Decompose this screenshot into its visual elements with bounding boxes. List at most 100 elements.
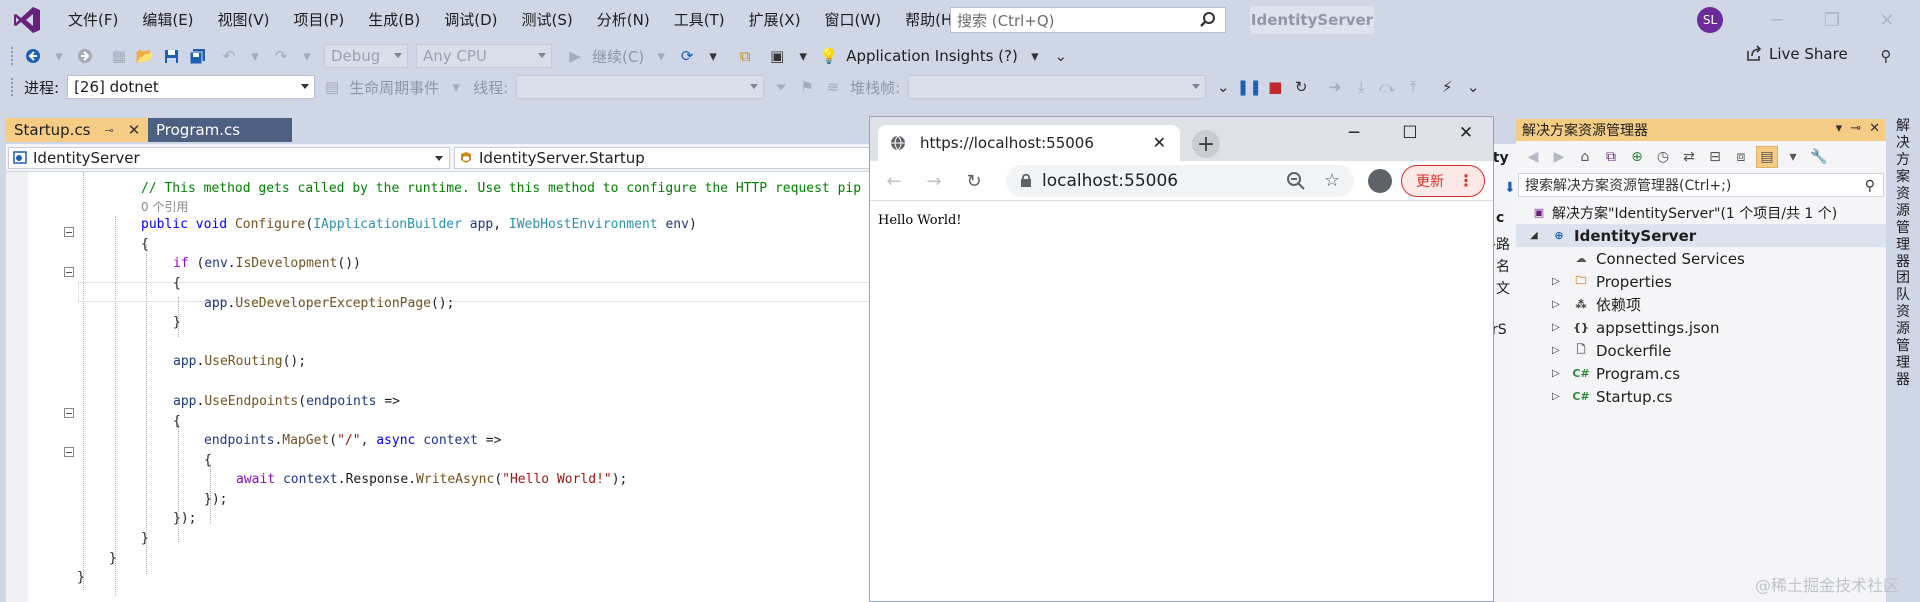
step-out-icon[interactable]: ⤒ [1402,76,1424,98]
tab-startup-cs[interactable]: Startup.cs ⊸ ✕ [6,118,148,142]
undo-dropdown-icon[interactable]: ▾ [244,45,266,67]
collapsed-arrow-icon[interactable]: ▷ [1552,322,1562,333]
browser-link-dropdown-icon[interactable]: ▾ [792,45,814,67]
tree-item-startup-cs[interactable]: ▷ C# Startup.cs [1516,385,1886,408]
play-icon[interactable]: ▶ [564,45,586,67]
menu-view[interactable]: 视图(V) [206,0,282,40]
menu-project[interactable]: 项目(P) [282,0,357,40]
redo-dropdown-icon[interactable]: ▾ [296,45,318,67]
collapsed-arrow-icon[interactable]: ▷ [1552,299,1562,310]
tree-item-program-cs[interactable]: ▷ C# Program.cs [1516,362,1886,385]
tree-item-properties[interactable]: ▷ 🗀 Properties [1516,270,1886,293]
profile-avatar-icon[interactable] [1368,169,1392,193]
code-editor[interactable]: // This method gets called by the runtim… [6,172,870,602]
properties-icon[interactable]: 🔧 [1808,146,1830,168]
collapsed-arrow-icon[interactable]: ▷ [1552,345,1562,356]
menu-debug[interactable]: 调试(D) [432,0,509,40]
application-insights-button[interactable]: Application Insights (?) [846,47,1018,65]
thread-select[interactable] [516,75,765,99]
collapse-all-icon[interactable]: ⊟ [1704,146,1726,168]
expanded-arrow-icon[interactable]: ◢ [1530,230,1540,241]
copy-icon[interactable]: ⧈ [1730,146,1752,168]
browser-link-icon[interactable]: ▣ [766,45,788,67]
lightbulb-icon[interactable]: 💡 [818,45,840,67]
hot-reload-icon[interactable]: ⟳ [676,45,698,67]
browser-tab[interactable]: https://localhost:55006 ✕ [878,125,1180,161]
side-tab-team-explorer[interactable]: 团队资源管理器 [1893,270,1913,389]
more-options-icon[interactable]: ▾ [1782,146,1804,168]
platform-select[interactable]: Any CPU [416,44,552,68]
class-navigation-select[interactable]: IdentityServer.Startup [454,147,874,169]
tree-item-dockerfile[interactable]: ▷ 🗋 Dockerfile [1516,339,1886,362]
app-insights-dropdown-icon[interactable]: ▾ [1024,45,1046,67]
tree-item-appsettings[interactable]: ▷ {} appsettings.json [1516,316,1886,339]
reference-count[interactable]: 0 个引用 [141,197,188,217]
visual-studio-logo-icon[interactable] [12,5,42,35]
collapsed-arrow-icon[interactable]: ▷ [1552,276,1562,287]
switch-views-icon[interactable]: ⧉ [1600,146,1622,168]
back-arrow-icon[interactable]: ← [882,169,906,193]
restart-icon[interactable]: ↻ [1290,76,1312,98]
solution-node[interactable]: ▣ 解决方案"IdentityServer"(1 个项目/共 1 个) [1516,201,1886,224]
zoom-out-icon[interactable] [1286,171,1306,191]
continue-dropdown-icon[interactable]: ▾ [650,45,672,67]
search-input[interactable]: 搜索 (Ctrl+Q) [950,7,1226,33]
bookmark-star-icon[interactable]: ☆ [1324,170,1340,191]
close-icon[interactable]: ✕ [1869,121,1880,136]
close-icon[interactable]: ✕ [1446,119,1486,147]
sync-icon[interactable]: ⇄ [1678,146,1700,168]
maximize-icon[interactable]: ☐ [1390,119,1430,147]
toolbar-overflow-icon[interactable]: ⌄ [1462,76,1484,98]
process-select[interactable]: [26] dotnet [67,75,316,99]
pending-changes-icon[interactable]: ⊕ [1626,146,1648,168]
menu-test[interactable]: 测试(S) [510,0,585,40]
menu-extensions[interactable]: 扩展(X) [737,0,813,40]
history-icon[interactable]: ◷ [1652,146,1674,168]
minimize-icon[interactable]: ─ [1334,119,1374,147]
lifecycle-events-button[interactable]: 生命周期事件 [349,77,439,98]
stack-frame-select[interactable] [908,75,1207,99]
close-icon[interactable]: ✕ [1875,8,1899,32]
user-avatar[interactable]: SL [1697,7,1723,33]
back-icon[interactable] [22,45,44,67]
new-project-icon[interactable]: ▦ [108,45,130,67]
configuration-select[interactable]: Debug [324,44,408,68]
fold-toggle[interactable] [64,227,74,237]
menu-tools[interactable]: 工具(T) [662,0,737,40]
flag-threads-icon[interactable]: ⚑ [796,76,818,98]
update-button[interactable]: 更新 ⋮ [1401,165,1485,197]
menu-build[interactable]: 生成(B) [356,0,432,40]
window-position-icon[interactable]: ▾ [1836,121,1843,136]
hot-reload-disabled-icon[interactable]: ⚡ [1436,76,1458,98]
menu-file[interactable]: 文件(F) [56,0,130,40]
menu-edit[interactable]: 编辑(E) [130,0,205,40]
show-next-statement-icon[interactable]: ➜ [1324,76,1346,98]
step-into-icon[interactable]: ⤓ [1350,76,1372,98]
save-icon[interactable] [160,45,182,67]
collapsed-arrow-icon[interactable]: ▷ [1552,368,1562,379]
project-navigation-select[interactable]: IdentityServer [8,147,450,169]
back-icon[interactable]: ◀ [1522,146,1544,168]
fold-toggle[interactable] [64,447,74,457]
pin-icon[interactable]: ⊸ [1850,121,1861,136]
menu-window[interactable]: 窗口(W) [813,0,894,40]
show-threads-icon[interactable]: ≋ [822,76,844,98]
reload-icon[interactable]: ↻ [962,169,986,193]
close-tab-icon[interactable]: ✕ [1153,133,1166,152]
forward-icon[interactable] [74,45,96,67]
stop-debugging-icon[interactable]: ■ [1264,76,1286,98]
more-menu-icon[interactable]: ⋮ [1458,171,1474,190]
new-tab-icon[interactable]: + [1192,130,1220,158]
lifecycle-dropdown-icon[interactable]: ▾ [445,76,467,98]
minimize-icon[interactable]: ─ [1765,8,1789,32]
toolbar-overflow-icon[interactable]: ⌄ [1050,45,1072,67]
toolbar-overflow-icon[interactable]: ⌄ [1212,76,1234,98]
live-share-button[interactable]: Live Share [1745,45,1848,63]
find-in-files-icon[interactable]: ⧉ [734,45,756,67]
side-tab-solution-explorer[interactable]: 解决方案资源管理器 [1893,118,1913,271]
solution-explorer-search-input[interactable]: 搜索解决方案资源管理器(Ctrl+;) ⚲ [1518,173,1884,197]
undo-icon[interactable]: ↶ [218,45,240,67]
tree-item-connected-services[interactable]: ☁ Connected Services [1516,247,1886,270]
forward-icon[interactable]: ▶ [1548,146,1570,168]
project-node[interactable]: ◢ ⊕ IdentityServer [1516,224,1886,247]
